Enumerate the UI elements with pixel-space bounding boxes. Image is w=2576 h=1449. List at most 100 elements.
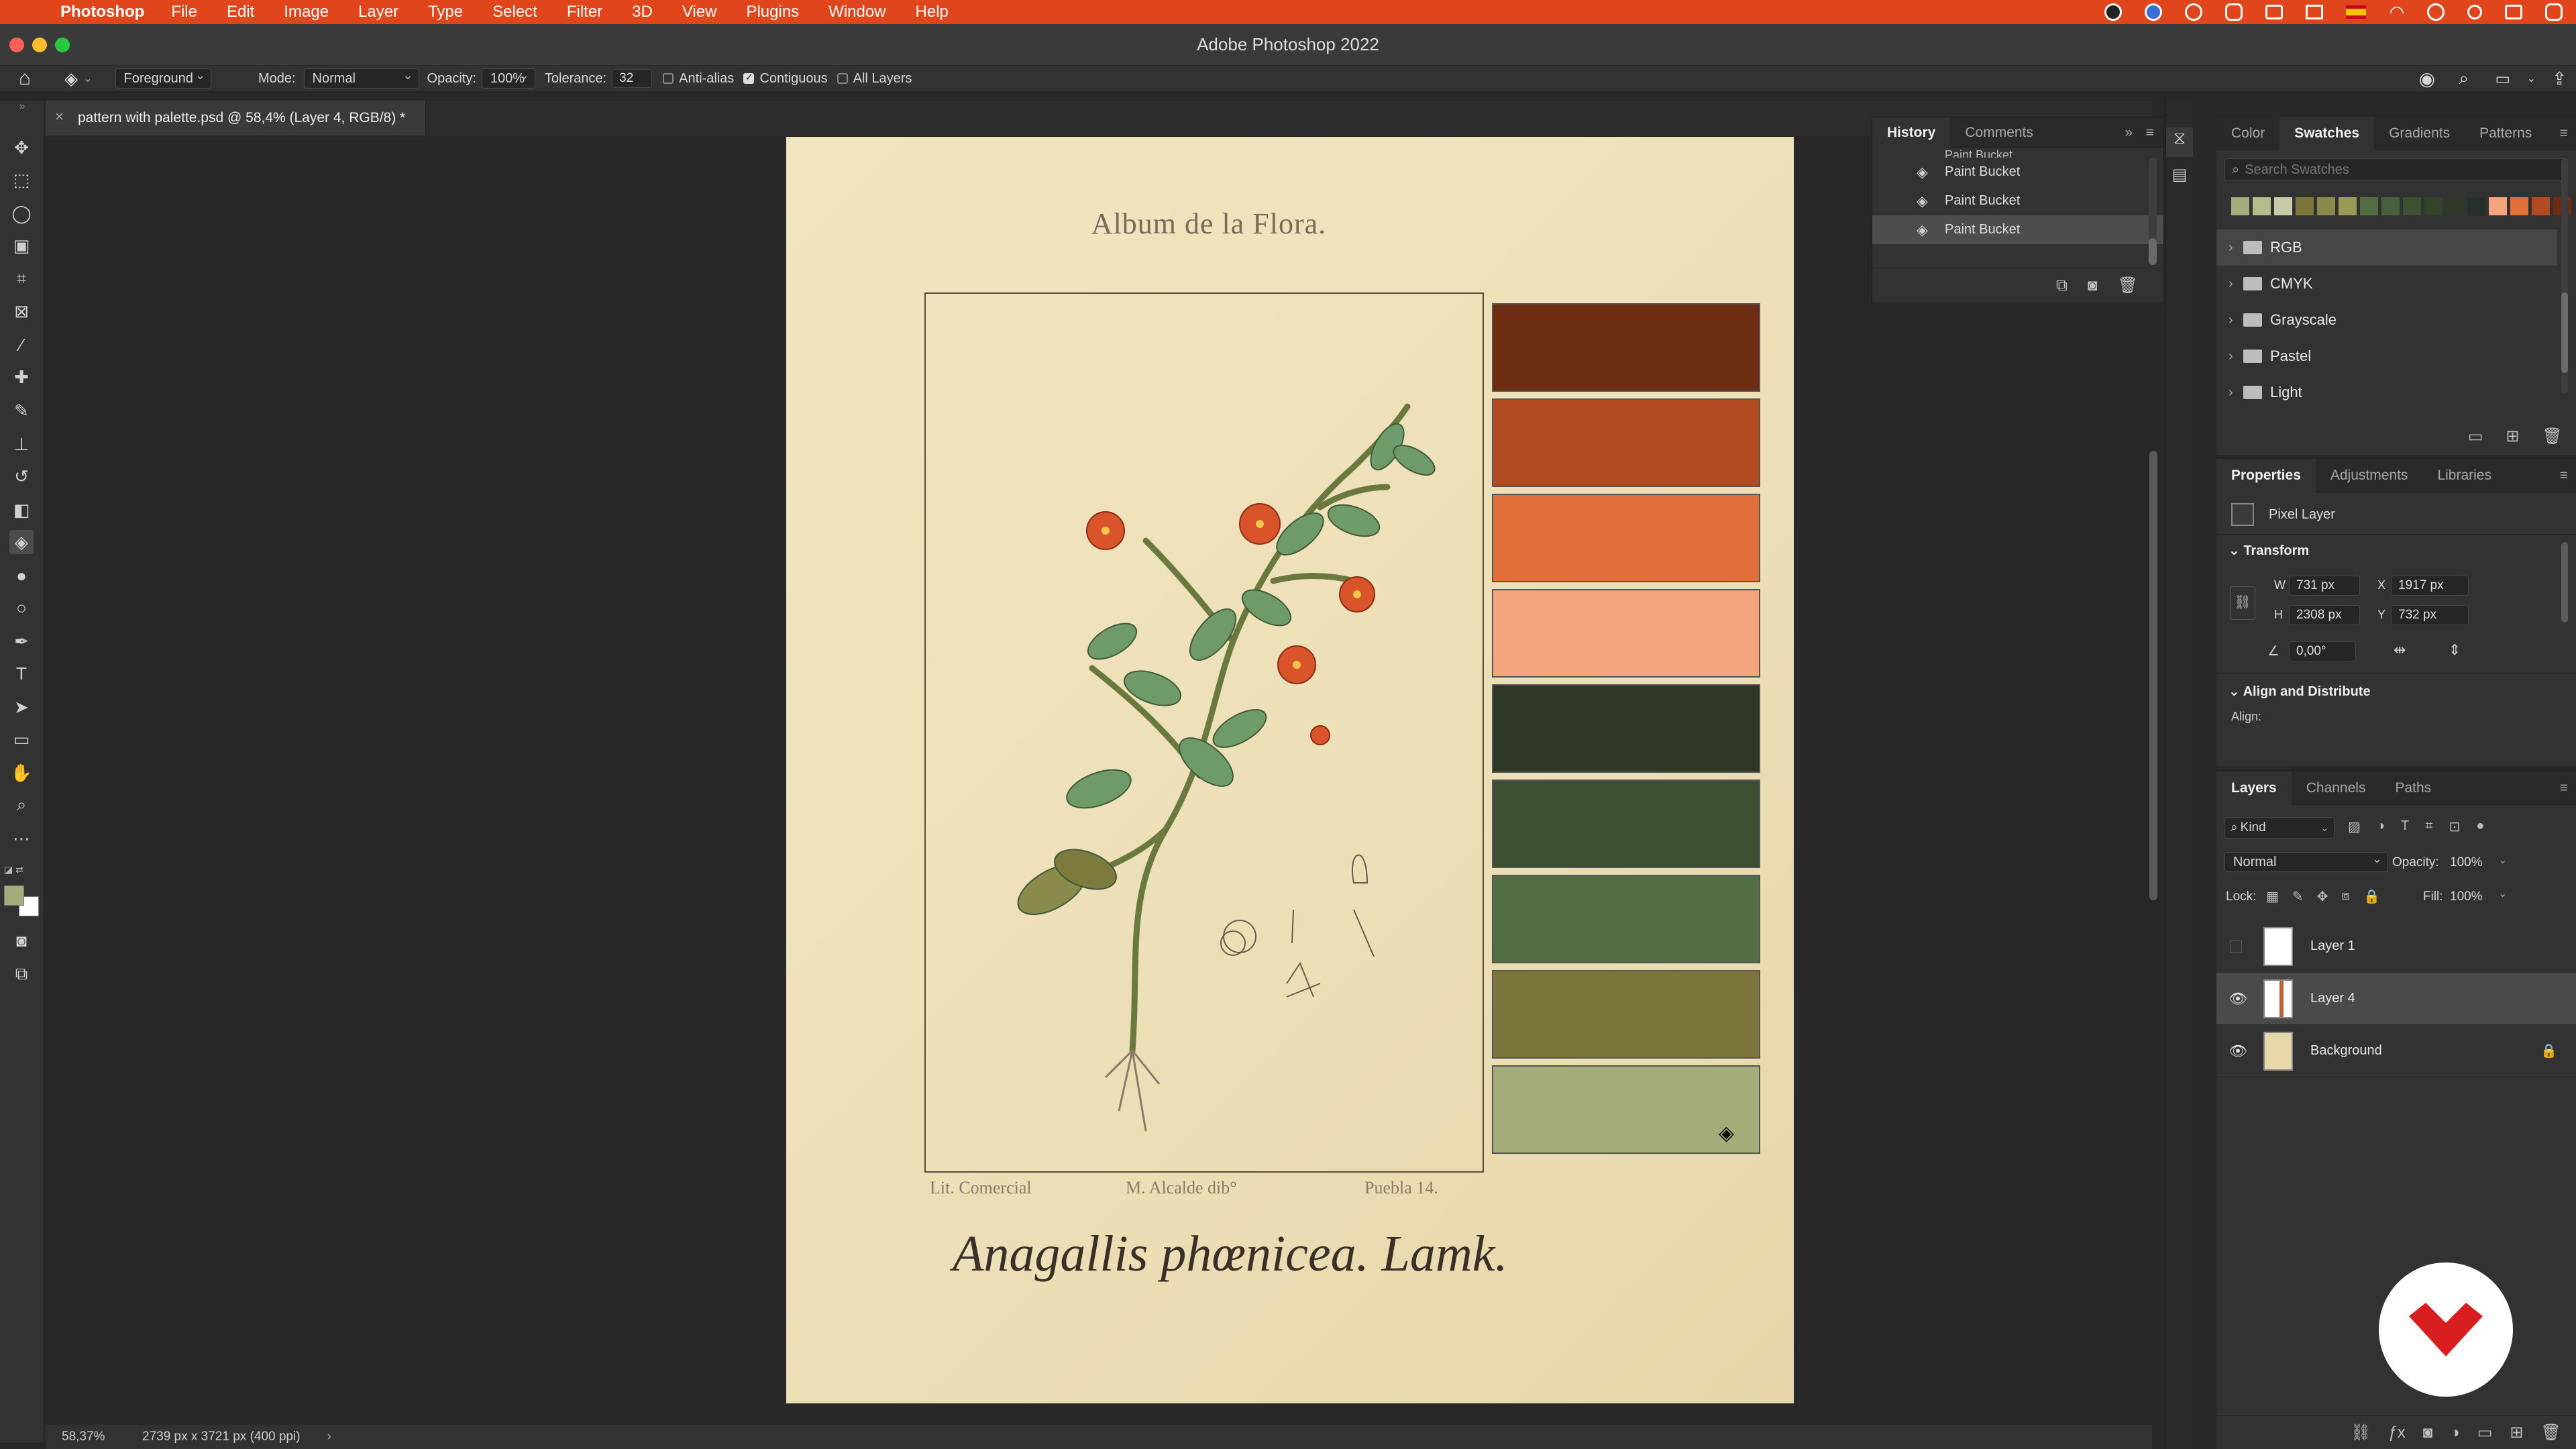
chevron-down-icon[interactable]: ⌄ — [2229, 543, 2243, 558]
menu-file[interactable]: File — [171, 3, 197, 21]
recent-swatch[interactable] — [2532, 197, 2550, 215]
lock-transparency-icon[interactable]: ▦ — [2266, 888, 2279, 905]
rectangle-tool-icon[interactable]: ▭ — [9, 727, 34, 751]
recent-swatch[interactable] — [2381, 197, 2400, 215]
palette-swatch-3[interactable] — [1492, 494, 1760, 582]
chat-icon[interactable] — [2145, 3, 2163, 21]
path-select-tool-icon[interactable]: ➤ — [9, 695, 34, 719]
wifi-icon[interactable]: ◠ — [2389, 2, 2404, 23]
hand-tool-icon[interactable]: ✋ — [9, 761, 34, 785]
menu-view[interactable]: View — [682, 3, 717, 21]
properties-scrollbar[interactable] — [2561, 542, 2568, 623]
swatch-group-pastel[interactable]: › Pastel — [2216, 338, 2557, 374]
recent-swatch[interactable] — [2253, 197, 2271, 215]
filter-shape-icon[interactable]: ⌗ — [2425, 818, 2432, 835]
new-group-folder-icon[interactable]: ▭ — [2468, 427, 2483, 446]
tab-comments[interactable]: Comments — [1950, 117, 2048, 148]
status-menu-arrow-icon[interactable]: › — [327, 1430, 331, 1444]
tab-adjustments[interactable]: Adjustments — [2316, 459, 2423, 492]
fill-value[interactable]: 100% — [2450, 890, 2483, 904]
fill-source-select[interactable]: Foreground — [115, 68, 211, 89]
visibility-toggle[interactable] — [2230, 940, 2242, 953]
tab-paths[interactable]: Paths — [2380, 771, 2446, 805]
menu-help[interactable]: Help — [916, 3, 949, 21]
tab-swatches[interactable]: Swatches — [2279, 116, 2375, 150]
swatch-group-cmyk[interactable]: › CMYK — [2216, 266, 2557, 302]
new-layer-icon[interactable]: ⊞ — [2510, 1423, 2523, 1442]
zoom-tool-icon[interactable]: ⌕ — [9, 793, 34, 817]
mode-select[interactable]: Normal — [303, 68, 419, 89]
all-layers-checkbox[interactable] — [837, 73, 848, 85]
blur-tool-icon[interactable]: ● — [9, 564, 34, 588]
recent-swatch[interactable] — [2339, 197, 2357, 215]
menu-select[interactable]: Select — [492, 3, 537, 21]
palette-swatch-5[interactable] — [1492, 684, 1760, 773]
chevron-down-icon[interactable]: ⌄ — [2498, 887, 2507, 900]
history-item[interactable]: ◈ Paint Bucket — [1872, 158, 2163, 186]
layer-row-background[interactable]: 👁 Background 🔒 — [2216, 1025, 2576, 1077]
tab-history[interactable]: History — [1872, 117, 1951, 148]
panel-menu-icon[interactable]: ≡ — [2146, 125, 2154, 141]
comments-panel-icon[interactable]: ▤ — [2166, 165, 2193, 195]
menu-layer[interactable]: Layer — [358, 3, 398, 21]
lasso-tool-icon[interactable]: ◯ — [9, 201, 34, 225]
minimize-window-icon[interactable] — [32, 38, 47, 52]
recent-swatch[interactable] — [2317, 197, 2335, 215]
chevron-right-icon[interactable]: › — [2229, 240, 2233, 256]
menu-edit[interactable]: Edit — [227, 3, 254, 21]
zoom-level[interactable]: 58,37% — [62, 1430, 136, 1444]
recent-swatch[interactable] — [2231, 197, 2249, 215]
share-icon[interactable]: ⇪ — [2552, 68, 2567, 89]
tab-patterns[interactable]: Patterns — [2465, 117, 2546, 150]
palette-swatch-6[interactable] — [1492, 780, 1760, 868]
eraser-tool-icon[interactable]: ◧ — [9, 498, 34, 522]
expand-panel-icon[interactable]: » — [2125, 125, 2133, 141]
link-dimensions-icon[interactable]: ⛓ — [2230, 586, 2255, 620]
marquee-tool-icon[interactable]: ⬚ — [9, 168, 34, 192]
delete-trash-icon[interactable]: 🗑 — [2542, 427, 2563, 446]
history-item[interactable]: ◈ Paint Bucket — [1872, 186, 2163, 215]
tab-gradients[interactable]: Gradients — [2374, 117, 2465, 150]
lock-artboard-icon[interactable]: ⧈ — [2341, 888, 2350, 905]
lock-all-icon[interactable]: 🔒 — [2363, 888, 2380, 905]
user-icon[interactable] — [2427, 3, 2445, 21]
layer-style-fx-icon[interactable]: ƒx — [2388, 1424, 2405, 1442]
siri-icon[interactable] — [2545, 3, 2563, 21]
menu-3d[interactable]: 3D — [632, 3, 653, 21]
layer-row-layer-1[interactable]: Layer 1 — [2216, 920, 2576, 973]
panel-menu-icon[interactable]: ≡ — [2560, 468, 2568, 484]
brush-tool-icon[interactable]: ✎ — [9, 398, 34, 423]
delete-trash-icon[interactable]: 🗑 — [2118, 276, 2138, 295]
chevron-down-icon[interactable]: ⌄ — [2229, 684, 2243, 699]
search-icon[interactable] — [2467, 5, 2482, 19]
crop-tool-icon[interactable]: ⌗ — [9, 267, 34, 291]
swatch-search-input[interactable] — [2245, 162, 2540, 178]
discover-icon[interactable]: ◉ — [2419, 68, 2435, 90]
chevron-right-icon[interactable]: › — [2229, 385, 2233, 400]
opacity-field[interactable]: 100% — [481, 68, 535, 89]
document-icon[interactable] — [2265, 5, 2284, 19]
document-tab[interactable]: × pattern with palette.psd @ 58,4% (Laye… — [46, 101, 427, 136]
chevron-right-icon[interactable]: › — [2229, 313, 2233, 328]
foreground-color-swatch[interactable] — [4, 885, 24, 906]
palette-swatch-8[interactable] — [1492, 970, 1760, 1059]
tower-icon[interactable] — [2306, 5, 2324, 19]
chevron-down-icon[interactable]: ⌄ — [2527, 72, 2536, 85]
tab-layers[interactable]: Layers — [2216, 771, 2292, 805]
blend-mode-select[interactable]: Normal — [2224, 852, 2388, 872]
history-item-partial[interactable]: Paint Bucket — [1872, 148, 2163, 158]
workspace-icon[interactable]: ▭ — [2495, 69, 2510, 89]
new-swatch-icon[interactable]: ⊞ — [2506, 427, 2519, 446]
sync-icon[interactable] — [2185, 3, 2203, 21]
all-layers-option[interactable]: All Layers — [837, 71, 912, 87]
filter-adjustment-icon[interactable]: ◑ — [2377, 818, 2385, 835]
menu-image[interactable]: Image — [284, 3, 329, 21]
recent-swatch[interactable] — [2467, 197, 2485, 215]
pen-tool-icon[interactable]: ✒ — [9, 629, 34, 653]
link-layers-icon[interactable]: ⛓ — [2351, 1423, 2371, 1442]
recent-swatch[interactable] — [2296, 197, 2314, 215]
flag-icon[interactable] — [2346, 5, 2367, 19]
quick-mask-icon[interactable]: ◙ — [9, 928, 34, 953]
menu-app-name[interactable]: Photoshop — [60, 3, 144, 21]
layer-row-layer-4[interactable]: 👁 Layer 4 — [2216, 973, 2576, 1025]
